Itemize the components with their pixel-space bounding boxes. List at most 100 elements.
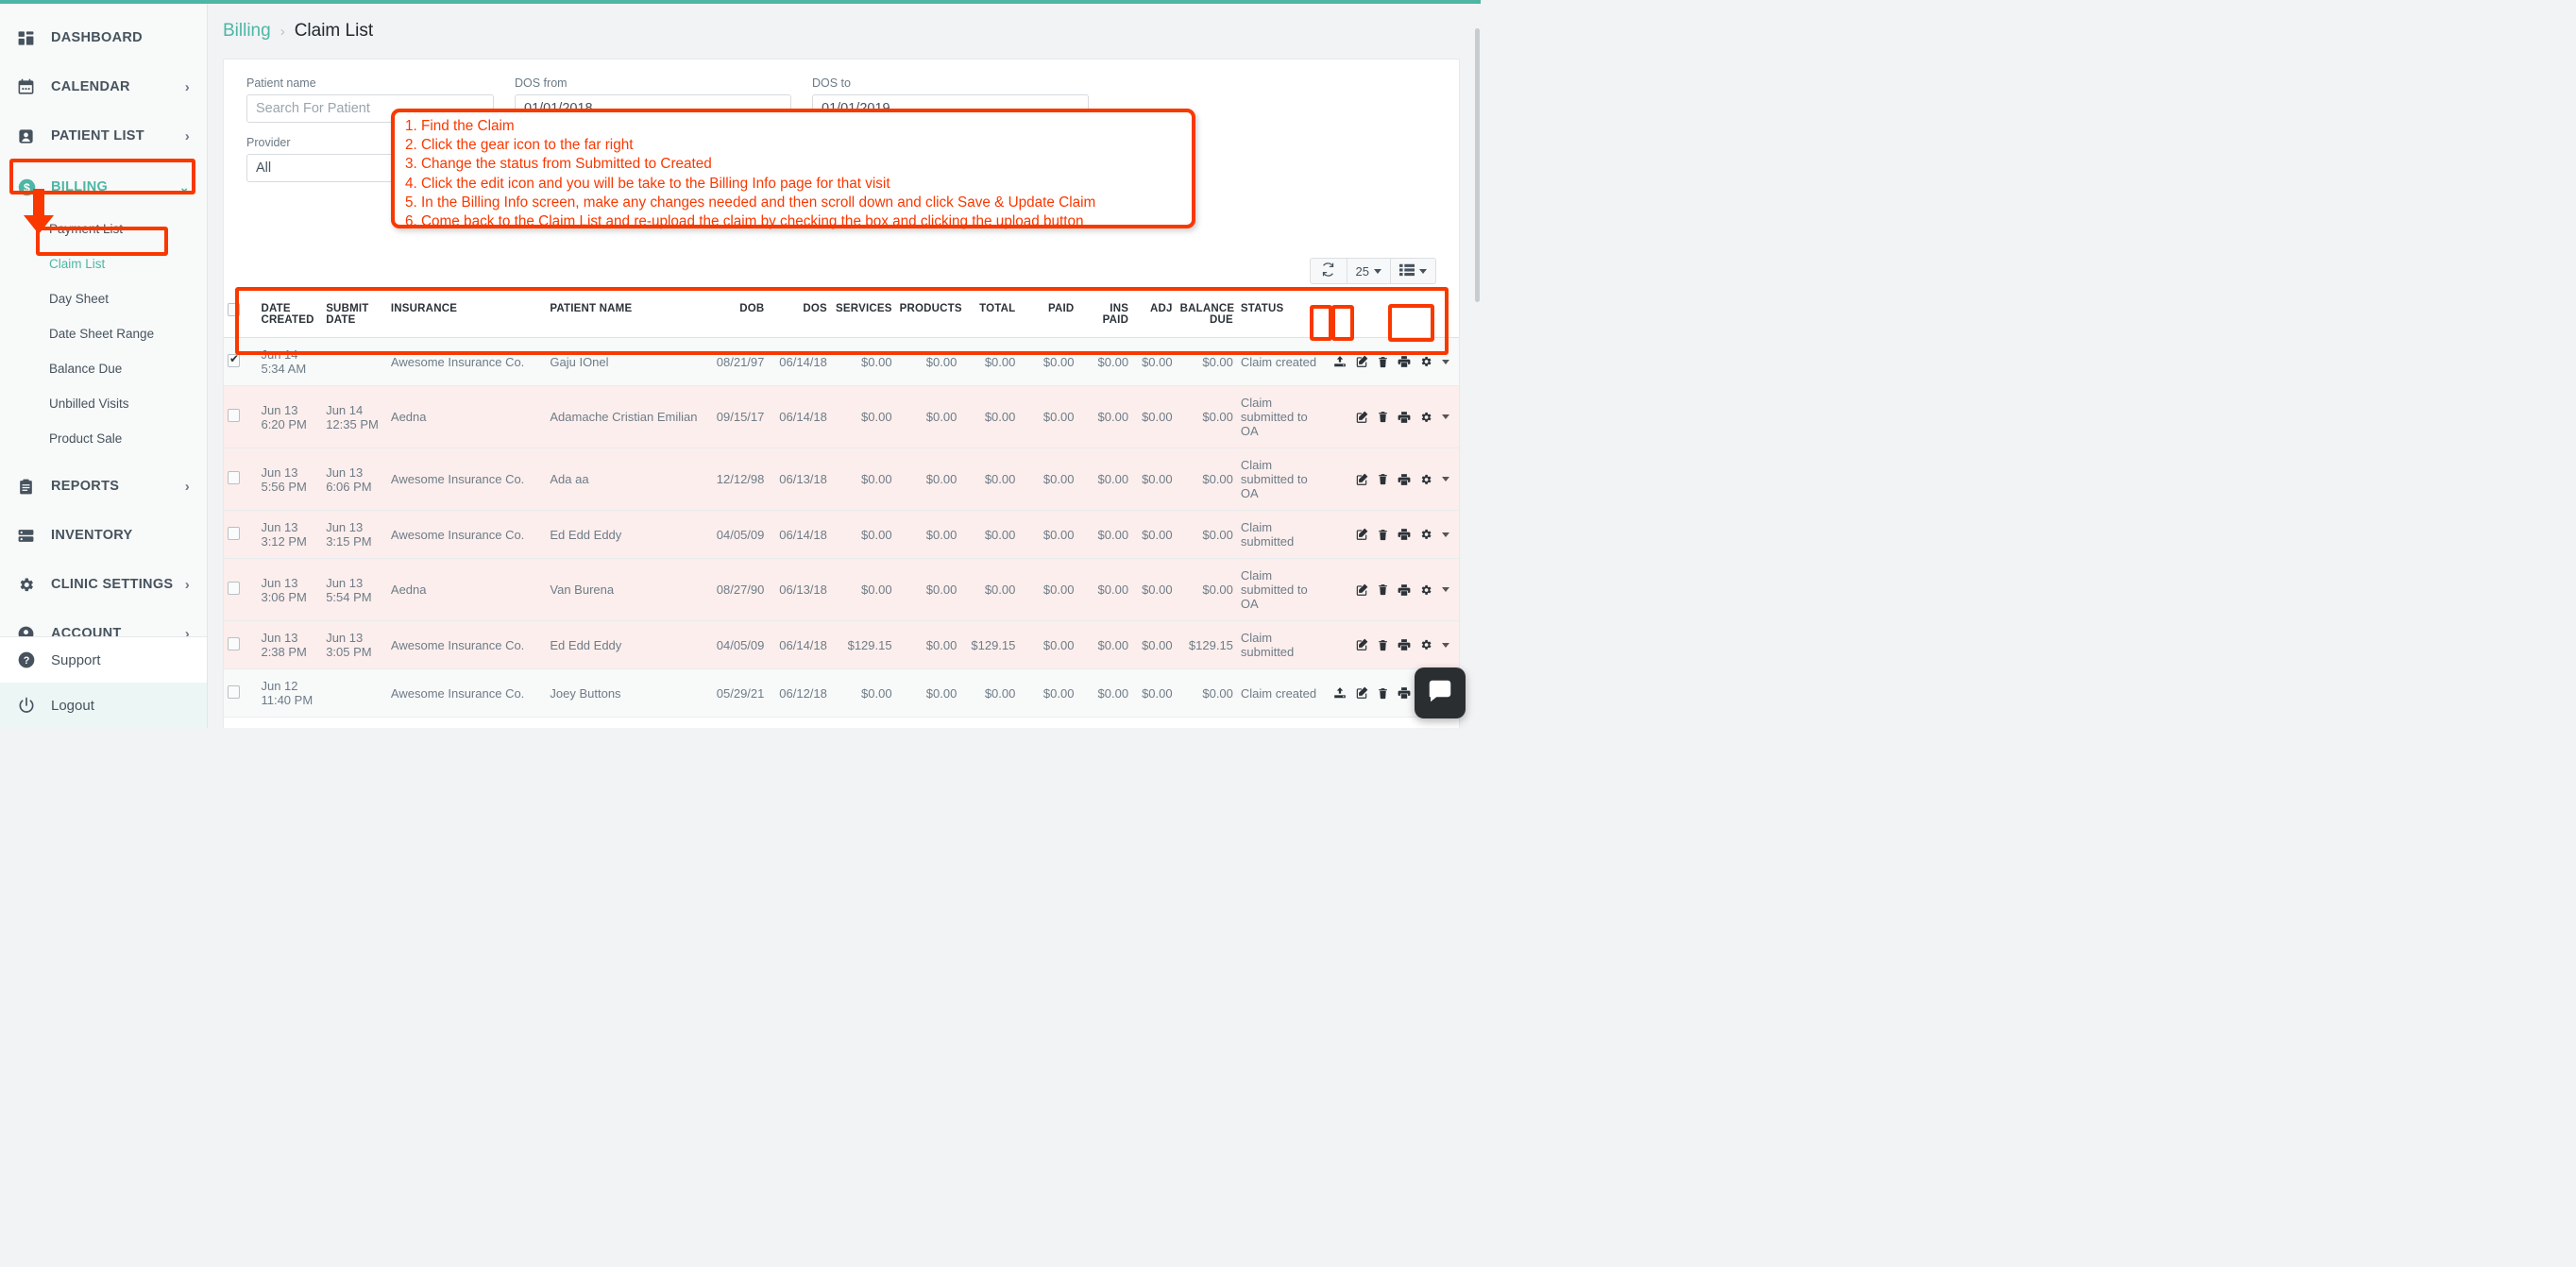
trash-icon[interactable]: [1377, 687, 1389, 700]
table-row[interactable]: Jun 13 3:12 PMJun 13 3:15 PMAwesome Insu…: [224, 511, 1459, 559]
table-row[interactable]: Jun 13 3:06 PMJun 13 5:54 PMAednaVan Bur…: [224, 559, 1459, 621]
sidebar-item-inventory[interactable]: INVENTORY: [0, 511, 207, 560]
th-total[interactable]: TOTAL: [960, 296, 1019, 338]
edit-icon[interactable]: [1355, 528, 1368, 541]
th-dob[interactable]: DOB: [703, 296, 769, 338]
table-row[interactable]: Jun 12 11:40 PMAwesome Insurance Co.Joey…: [224, 669, 1459, 718]
th-insurance[interactable]: INSURANCE: [387, 296, 546, 338]
trash-icon[interactable]: [1377, 411, 1389, 423]
table-row[interactable]: Jun 14 5:34 AMAwesome Insurance Co.Gaju …: [224, 338, 1459, 386]
th-balance-due[interactable]: BALANCE DUE: [1177, 296, 1237, 338]
submenu-item-date-sheet-range[interactable]: Date Sheet Range: [0, 316, 207, 351]
sidebar-item-support[interactable]: ? Support: [0, 637, 207, 683]
table-row[interactable]: Jun 13 5:56 PMJun 13 6:06 PMAwesome Insu…: [224, 448, 1459, 511]
th-submit-date[interactable]: SUBMIT DATE: [322, 296, 387, 338]
caret-down-icon[interactable]: [1441, 360, 1449, 364]
submenu-item-day-sheet[interactable]: Day Sheet: [0, 281, 207, 316]
th-date-created[interactable]: DATE CREATED: [257, 296, 322, 338]
cell-services: $0.00: [831, 448, 896, 511]
th-services[interactable]: SERVICES: [831, 296, 896, 338]
table-row[interactable]: Jun 13 2:38 PMJun 13 3:05 PMAwesome Insu…: [224, 621, 1459, 669]
print-icon[interactable]: [1398, 528, 1411, 541]
caret-down-icon[interactable]: [1441, 477, 1449, 481]
gear-icon[interactable]: [1419, 473, 1432, 486]
upload-icon[interactable]: [1333, 686, 1347, 700]
caret-down-icon[interactable]: [1441, 414, 1449, 419]
row-checkbox[interactable]: [228, 527, 240, 540]
edit-icon[interactable]: [1355, 411, 1368, 424]
breadcrumb-parent[interactable]: Billing: [223, 21, 271, 42]
print-icon[interactable]: [1398, 583, 1411, 597]
edit-icon[interactable]: [1355, 355, 1368, 368]
row-checkbox[interactable]: [228, 582, 240, 595]
cell-status: Claim submitted: [1237, 511, 1323, 559]
sidebar-item-calendar[interactable]: CALENDAR ›: [0, 62, 207, 111]
trash-icon[interactable]: [1377, 356, 1389, 368]
gear-icon[interactable]: [1419, 355, 1432, 368]
caret-down-icon[interactable]: [1441, 532, 1449, 537]
cell-patient: Adamache Cristian Emilian: [546, 718, 703, 729]
billing-submenu: Payment List Claim List Day Sheet Date S…: [0, 211, 207, 456]
caret-down-icon[interactable]: [1441, 643, 1449, 648]
gear-icon[interactable]: [1419, 583, 1432, 597]
print-icon[interactable]: [1398, 473, 1411, 486]
edit-icon[interactable]: [1355, 686, 1368, 700]
claim-table-wrapper: DATE CREATED SUBMIT DATE INSURANCE PATIE…: [224, 296, 1459, 728]
th-paid[interactable]: PAID: [1019, 296, 1077, 338]
row-checkbox[interactable]: [228, 685, 240, 699]
sidebar-item-account[interactable]: ACCOUNT ›: [0, 609, 207, 636]
sidebar-item-patient-list[interactable]: PATIENT LIST ›: [0, 111, 207, 160]
cell-actions: [1323, 448, 1459, 511]
print-icon[interactable]: [1398, 638, 1411, 651]
submenu-item-claim-list[interactable]: Claim List: [0, 246, 207, 281]
submenu-item-unbilled-visits[interactable]: Unbilled Visits: [0, 386, 207, 421]
edit-icon[interactable]: [1355, 638, 1368, 651]
table-row[interactable]: Jun 06 11:36 AMAwesome Insurance Co.Adam…: [224, 718, 1459, 729]
trash-icon[interactable]: [1377, 473, 1389, 485]
cell-total: $0.00: [960, 669, 1019, 718]
row-checkbox[interactable]: [228, 409, 240, 422]
upload-icon[interactable]: [1333, 355, 1347, 368]
edit-icon[interactable]: [1355, 473, 1368, 486]
print-icon[interactable]: [1398, 411, 1411, 424]
cell-status: Claim submitted to OA: [1237, 559, 1323, 621]
th-products[interactable]: PRODUCTS: [896, 296, 961, 338]
select-all-checkbox[interactable]: [228, 303, 240, 316]
submenu-item-product-sale[interactable]: Product Sale: [0, 421, 207, 456]
th-dos[interactable]: DOS: [768, 296, 831, 338]
sidebar-item-logout[interactable]: Logout: [0, 683, 207, 728]
sidebar-item-clinic-settings[interactable]: CLINIC SETTINGS ›: [0, 560, 207, 609]
sidebar-item-dashboard[interactable]: DASHBOARD: [0, 13, 207, 62]
page-size-button[interactable]: 25: [1347, 258, 1391, 284]
row-checkbox[interactable]: [228, 354, 240, 367]
th-status[interactable]: STATUS: [1237, 296, 1323, 338]
page-scrollbar[interactable]: [1475, 28, 1480, 302]
gear-icon[interactable]: [1419, 411, 1432, 424]
caret-down-icon[interactable]: [1441, 587, 1449, 592]
column-chooser-button[interactable]: [1391, 258, 1436, 284]
th-patient-name[interactable]: PATIENT NAME: [546, 296, 703, 338]
trash-icon[interactable]: [1377, 529, 1389, 541]
trash-icon[interactable]: [1377, 639, 1389, 651]
edit-icon[interactable]: [1355, 583, 1368, 597]
row-checkbox[interactable]: [228, 471, 240, 484]
print-icon[interactable]: [1398, 686, 1411, 700]
print-icon[interactable]: [1398, 355, 1411, 368]
cell-patient: Ada aa: [546, 448, 703, 511]
trash-icon[interactable]: [1377, 583, 1389, 596]
gear-icon[interactable]: [1419, 528, 1432, 541]
submenu-item-balance-due[interactable]: Balance Due: [0, 351, 207, 386]
table-row[interactable]: Jun 13 6:20 PMJun 14 12:35 PMAednaAdamac…: [224, 386, 1459, 448]
cell-insurance: Aedna: [387, 386, 546, 448]
th-adj[interactable]: ADJ: [1132, 296, 1177, 338]
sidebar-item-reports[interactable]: REPORTS ›: [0, 462, 207, 511]
chat-widget-button[interactable]: [1415, 667, 1466, 718]
row-checkbox[interactable]: [228, 637, 240, 650]
cell-insurance: Awesome Insurance Co.: [387, 669, 546, 718]
th-ins-paid[interactable]: INS PAID: [1077, 296, 1132, 338]
gear-icon[interactable]: [1419, 638, 1432, 651]
refresh-button[interactable]: [1310, 258, 1347, 284]
cell-ins-paid: $0.00: [1077, 718, 1132, 729]
cell-dob: 12/12/98: [703, 448, 769, 511]
chevron-down-icon: ⌄: [179, 181, 190, 194]
